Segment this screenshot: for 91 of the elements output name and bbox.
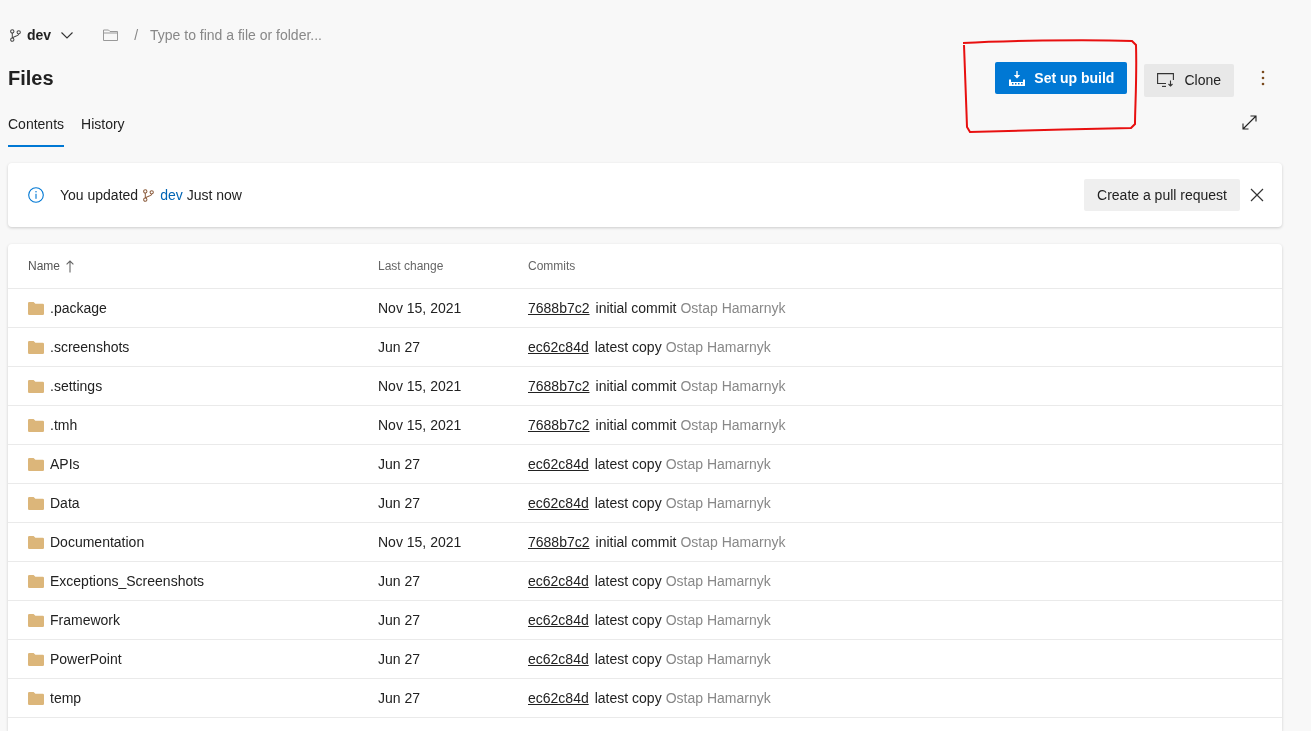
- commit-message: latest copy: [594, 612, 662, 628]
- table-cell: Jun 27: [378, 339, 421, 355]
- set-up-build-button[interactable]: Set up build: [995, 62, 1128, 94]
- commit-link[interactable]: ec62c84d: [528, 690, 589, 706]
- tab[interactable]: Contents: [8, 110, 65, 147]
- commit-message: initial commit: [595, 378, 677, 394]
- folder-icon: [28, 379, 44, 393]
- commit-message: initial commit: [595, 300, 677, 316]
- folder-icon: [28, 418, 44, 432]
- expand-icon[interactable]: [1242, 115, 1257, 130]
- table-cell: Jun 27: [378, 690, 421, 706]
- author-name: Ostap Hamarnyk: [665, 690, 771, 706]
- file-name-link[interactable]: Documentation: [50, 534, 145, 550]
- author-name: Ostap Hamarnyk: [680, 534, 786, 550]
- column-header[interactable]: Last change: [378, 259, 444, 273]
- table-cell: Jun 27: [378, 456, 421, 472]
- path-separator: /: [134, 27, 138, 43]
- notification-text: You updated: [60, 187, 139, 203]
- table-cell: Nov 15, 2021: [378, 417, 462, 433]
- tab[interactable]: History: [81, 110, 125, 147]
- author-name: Ostap Hamarnyk: [680, 300, 786, 316]
- chevron-down-icon: [61, 31, 74, 39]
- table-cell: Nov 15, 2021: [378, 378, 462, 394]
- commit-link[interactable]: 7688b7c2: [528, 417, 590, 433]
- branch-selector[interactable]: dev: [10, 24, 74, 46]
- file-name-link[interactable]: temp: [50, 690, 82, 706]
- file-name-link[interactable]: .screenshots: [50, 339, 130, 355]
- arrow-up-icon: [66, 259, 74, 273]
- create-pull-request-button[interactable]: Create a pull request: [1084, 179, 1240, 211]
- file-name-link[interactable]: Framework: [50, 612, 120, 628]
- close-icon[interactable]: [1249, 187, 1265, 203]
- file-name-link[interactable]: Exceptions_Screenshots: [50, 573, 205, 589]
- author-name: Ostap Hamarnyk: [680, 378, 786, 394]
- commit-message: initial commit: [595, 534, 677, 550]
- author-name: Ostap Hamarnyk: [665, 612, 771, 628]
- file-name-link[interactable]: .tmh: [50, 417, 78, 433]
- monitor-download-icon: [1157, 73, 1175, 87]
- author-name: Ostap Hamarnyk: [665, 339, 771, 355]
- clone-button[interactable]: Clone: [1144, 63, 1234, 97]
- commit-link[interactable]: ec62c84d: [528, 495, 589, 511]
- commit-message: latest copy: [594, 495, 662, 511]
- commit-link[interactable]: ec62c84d: [528, 651, 589, 667]
- commit-message: latest copy: [594, 690, 662, 706]
- commit-link[interactable]: ec62c84d: [528, 573, 589, 589]
- author-name: Ostap Hamarnyk: [665, 651, 771, 667]
- branch-icon: [143, 188, 155, 202]
- file-name-link[interactable]: Data: [50, 495, 80, 511]
- folder-icon: [28, 535, 44, 549]
- folder-icon: [28, 613, 44, 627]
- file-name-link[interactable]: .settings: [50, 378, 103, 394]
- commit-message: latest copy: [594, 651, 662, 667]
- commit-link[interactable]: ec62c84d: [528, 339, 589, 355]
- file-name-link[interactable]: .package: [50, 300, 107, 316]
- commit-message: initial commit: [595, 417, 677, 433]
- file-name-link[interactable]: PowerPoint: [50, 651, 122, 667]
- folder-icon: [28, 574, 44, 588]
- column-header[interactable]: Commits: [528, 259, 576, 273]
- author-name: Ostap Hamarnyk: [665, 573, 771, 589]
- folder-icon: [28, 340, 44, 354]
- author-name: Ostap Hamarnyk: [665, 495, 771, 511]
- timestamp: Just now: [186, 187, 242, 203]
- branch-icon: [10, 28, 21, 42]
- author-name: Ostap Hamarnyk: [665, 456, 771, 472]
- page-title: Files: [8, 66, 54, 90]
- commit-link[interactable]: ec62c84d: [528, 456, 589, 472]
- folder-icon: [28, 691, 44, 705]
- path-search-field[interactable]: Type to find a file or folder...: [150, 27, 410, 43]
- folder-icon: [28, 496, 44, 510]
- commit-link[interactable]: 7688b7c2: [528, 534, 590, 550]
- table-cell: Jun 27: [378, 495, 421, 511]
- tray-download-icon: [1009, 70, 1026, 86]
- folder-icon: [28, 457, 44, 471]
- branch-link[interactable]: dev: [160, 187, 183, 203]
- table-cell: Nov 15, 2021: [378, 300, 462, 316]
- folder-icon: [28, 301, 44, 315]
- commit-message: latest copy: [594, 456, 662, 472]
- folder-icon[interactable]: [103, 29, 119, 41]
- column-header[interactable]: Name: [28, 259, 60, 273]
- info-icon: [28, 187, 44, 203]
- table-cell: Jun 27: [378, 612, 421, 628]
- commit-link[interactable]: 7688b7c2: [528, 378, 590, 394]
- file-name-link[interactable]: APIs: [50, 456, 80, 472]
- commit-link[interactable]: 7688b7c2: [528, 300, 590, 316]
- commit-link[interactable]: ec62c84d: [528, 612, 589, 628]
- table-cell: Jun 27: [378, 651, 421, 667]
- commit-message: latest copy: [594, 339, 662, 355]
- author-name: Ostap Hamarnyk: [680, 417, 786, 433]
- table-cell: Jun 27: [378, 573, 421, 589]
- commit-message: latest copy: [594, 573, 662, 589]
- folder-icon: [28, 652, 44, 666]
- table-cell: Nov 15, 2021: [378, 534, 462, 550]
